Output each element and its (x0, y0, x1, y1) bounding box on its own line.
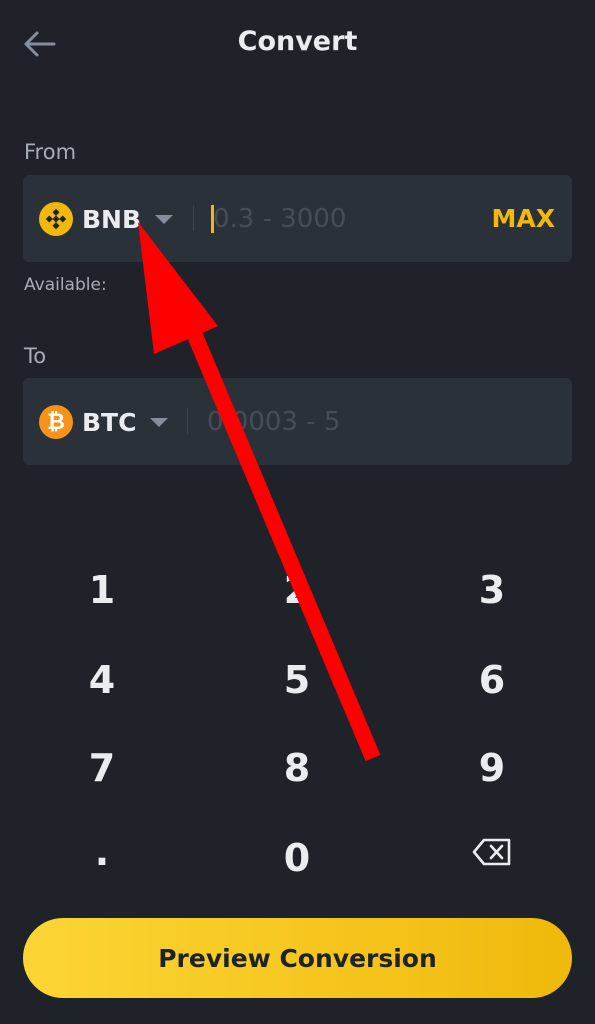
to-coin-name: BTC (82, 407, 137, 437)
to-field: ₿ BTC (23, 378, 572, 465)
chevron-down-icon (155, 214, 174, 224)
key-2[interactable]: 2 (237, 550, 357, 630)
btc-icon: ₿ (39, 405, 73, 439)
key-5[interactable]: 5 (237, 640, 357, 720)
key-4[interactable]: 4 (42, 640, 162, 720)
key-decimal[interactable]: . (42, 812, 162, 892)
max-button[interactable]: MAX (491, 204, 555, 233)
chevron-down-icon (150, 417, 169, 427)
backspace-key[interactable] (432, 812, 552, 892)
from-amount-input[interactable] (211, 195, 475, 243)
to-amount-input[interactable] (205, 398, 509, 446)
from-label: From (24, 140, 77, 164)
backspace-icon (472, 838, 511, 866)
page-title: Convert (237, 26, 358, 57)
divider (187, 408, 188, 434)
convert-screen: Convert From BNB MAX A (0, 0, 595, 1024)
from-coin-name: BNB (82, 204, 142, 234)
key-9[interactable]: 9 (432, 728, 552, 808)
from-field: BNB MAX (23, 175, 572, 262)
from-coin-selector[interactable]: BNB (39, 201, 174, 237)
key-3[interactable]: 3 (432, 550, 552, 630)
key-1[interactable]: 1 (42, 550, 162, 630)
header: Convert (0, 0, 595, 90)
key-0[interactable]: 0 (237, 818, 357, 898)
key-7[interactable]: 7 (42, 728, 162, 808)
to-coin-selector[interactable]: ₿ BTC (39, 404, 169, 440)
to-label: To (24, 344, 47, 368)
divider (193, 205, 194, 231)
key-6[interactable]: 6 (432, 640, 552, 720)
key-8[interactable]: 8 (237, 728, 357, 808)
available-balance: Available: (24, 275, 107, 295)
bnb-icon (39, 202, 73, 236)
preview-conversion-button[interactable]: Preview Conversion (23, 918, 572, 998)
